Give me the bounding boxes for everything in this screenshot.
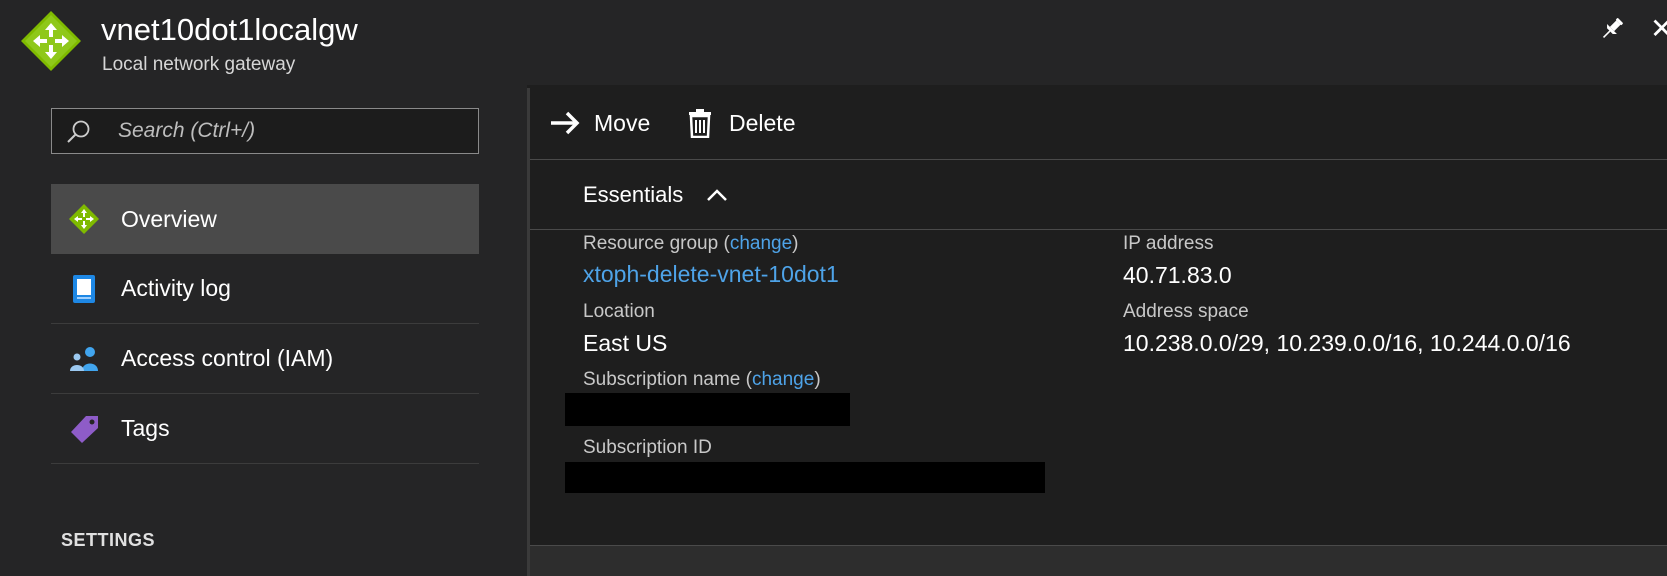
subscription-id-redacted — [565, 462, 1045, 493]
sidebar-item-label: Access control (IAM) — [121, 345, 334, 371]
resource-group-value-link[interactable]: xtoph-delete-vnet-10dot1 — [583, 261, 839, 288]
chevron-up-icon — [707, 189, 727, 201]
page-subtitle: Local network gateway — [102, 54, 296, 75]
move-button[interactable]: Move — [548, 105, 650, 141]
search-box[interactable] — [51, 108, 479, 154]
location-label: Location — [583, 301, 655, 322]
sidebar-item-label: Tags — [121, 415, 170, 441]
search-icon — [67, 120, 90, 143]
move-label: Move — [594, 109, 651, 136]
trash-icon — [689, 109, 711, 138]
resource-group-change-link[interactable]: change — [730, 233, 792, 254]
page-title: vnet10dot1localgw — [101, 12, 358, 47]
gateway-overview-icon — [69, 204, 99, 234]
sidebar-item-overview[interactable]: Overview — [51, 184, 479, 254]
sidebar-item-label: Activity log — [121, 275, 231, 301]
location-value: East US — [583, 330, 668, 356]
sidebar-item-activity-log[interactable]: Activity log — [51, 254, 479, 324]
search-input[interactable] — [118, 109, 468, 153]
sidebar-item-label: Overview — [121, 205, 217, 232]
address-space-value: 10.238.0.0/29, 10.239.0.0/16, 10.244.0.0… — [1123, 330, 1571, 356]
ip-address-label: IP address — [1123, 233, 1214, 254]
activity-log-icon — [73, 275, 95, 303]
delete-label: Delete — [729, 109, 796, 136]
essentials-toggle[interactable]: Essentials — [530, 160, 1667, 230]
subscription-name-redacted — [565, 393, 850, 426]
command-bar: Move Delete — [530, 85, 1667, 160]
content-lower-section — [530, 545, 1667, 576]
sidebar-item-access-control[interactable]: Access control (IAM) — [51, 324, 479, 394]
tag-icon — [71, 416, 98, 443]
delete-button[interactable]: Delete — [683, 105, 795, 141]
ip-address-value: 40.71.83.0 — [1123, 262, 1232, 288]
close-icon[interactable]: ✕ — [1650, 14, 1667, 44]
subscription-id-label: Subscription ID — [583, 437, 712, 458]
arrow-right-icon — [551, 111, 580, 135]
subscription-name-label: Subscription name (change) — [583, 369, 821, 390]
address-space-label: Address space — [1123, 301, 1249, 322]
pin-icon[interactable] — [1597, 14, 1627, 44]
blade-header: vnet10dot1localgw Local network gateway … — [0, 0, 1667, 85]
settings-section-heading: SETTINGS — [61, 530, 156, 550]
sidebar: Overview Activity log Access control (IA… — [0, 85, 527, 576]
subscription-change-link[interactable]: change — [752, 369, 814, 390]
gateway-arrows-icon — [21, 11, 81, 71]
access-control-icon — [70, 347, 98, 371]
essentials-heading: Essentials — [583, 182, 684, 207]
sidebar-item-tags[interactable]: Tags — [51, 394, 479, 464]
resource-group-label: Resource group (change) — [583, 233, 799, 254]
main-content: Move Delete Essentials Resource group (c… — [530, 85, 1667, 576]
